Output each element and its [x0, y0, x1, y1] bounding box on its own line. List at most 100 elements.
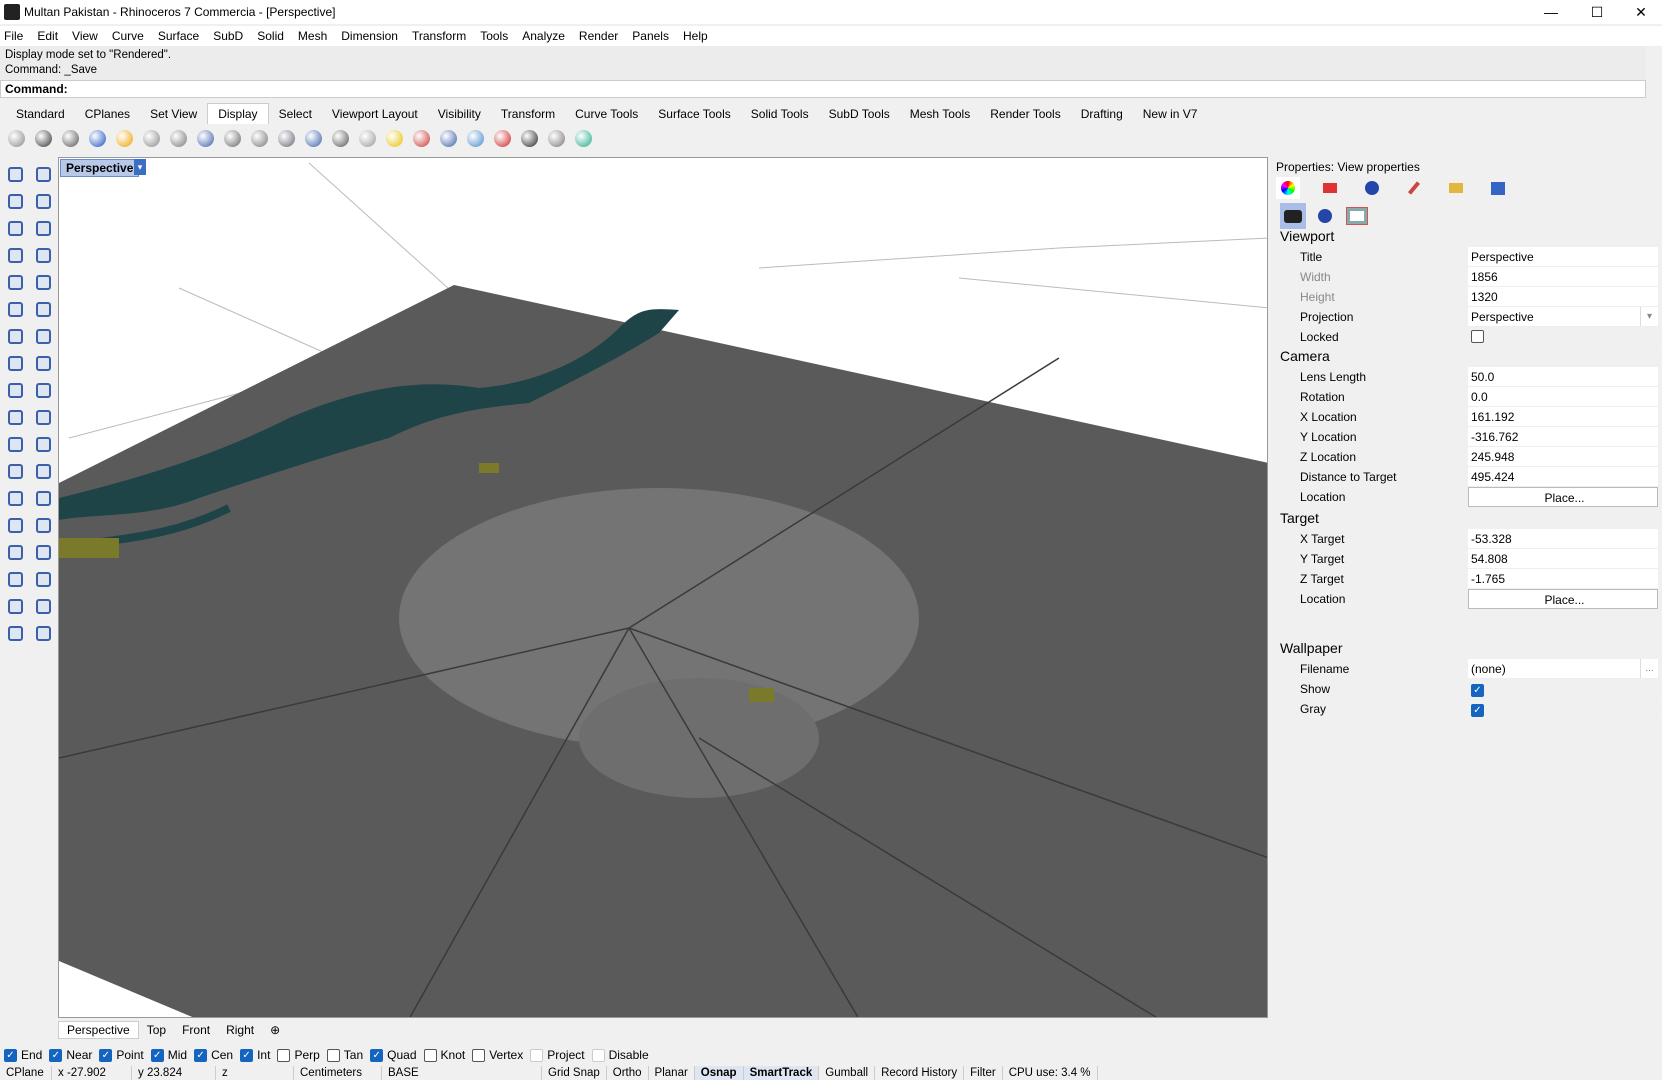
- osnap-perp[interactable]: Perp: [277, 1048, 320, 1062]
- display-tool-icon[interactable]: [274, 126, 298, 150]
- wallpaper-icon[interactable]: [1344, 203, 1370, 229]
- osnap-checkbox[interactable]: ✓: [99, 1048, 113, 1062]
- locked-checkbox[interactable]: [1471, 330, 1484, 343]
- modeling-tool-icon[interactable]: [31, 243, 55, 267]
- tab-subd-tools[interactable]: SubD Tools: [819, 104, 900, 124]
- projection-select[interactable]: Perspective ▾: [1468, 307, 1658, 327]
- cplane-label[interactable]: CPlane: [0, 1066, 52, 1080]
- modeling-tool-icon[interactable]: [31, 459, 55, 483]
- viewport-tab-front[interactable]: Front: [174, 1023, 218, 1037]
- current-layer[interactable]: BASE: [382, 1066, 542, 1080]
- menu-panels[interactable]: Panels: [632, 29, 669, 43]
- layers-icon[interactable]: [1318, 177, 1342, 199]
- camera-place-button[interactable]: Place...: [1468, 487, 1658, 507]
- osnap-toggle[interactable]: Osnap: [694, 1066, 744, 1080]
- title-field[interactable]: Perspective: [1468, 247, 1658, 267]
- menu-edit[interactable]: Edit: [37, 29, 58, 43]
- osnap-knot[interactable]: Knot: [423, 1048, 465, 1062]
- folder-icon[interactable]: [1444, 177, 1468, 199]
- display-tool-icon[interactable]: [436, 126, 460, 150]
- tab-render-tools[interactable]: Render Tools: [980, 104, 1071, 124]
- target-place-button[interactable]: Place...: [1468, 589, 1658, 609]
- z-target-field[interactable]: -1.765: [1468, 569, 1658, 589]
- planar-toggle[interactable]: Planar: [649, 1066, 695, 1080]
- tab-new-in-v7[interactable]: New in V7: [1133, 104, 1208, 124]
- display-tool-icon[interactable]: [571, 126, 595, 150]
- modeling-tool-icon[interactable]: [31, 378, 55, 402]
- osnap-end[interactable]: ✓ End: [4, 1048, 42, 1062]
- close-button[interactable]: ✕: [1618, 0, 1662, 24]
- tab-display[interactable]: Display: [207, 103, 269, 124]
- browse-button[interactable]: ...: [1640, 659, 1658, 678]
- z-location-field[interactable]: 245.948: [1468, 447, 1658, 467]
- menu-solid[interactable]: Solid: [257, 29, 284, 43]
- modeling-tool-icon[interactable]: [31, 189, 55, 213]
- modeling-tool-icon[interactable]: [31, 162, 55, 186]
- viewport-tab-perspective[interactable]: Perspective: [58, 1021, 139, 1039]
- help-icon[interactable]: [1486, 177, 1510, 199]
- osnap-checkbox[interactable]: [423, 1048, 437, 1062]
- modeling-tool-icon[interactable]: [3, 351, 27, 375]
- osnap-checkbox[interactable]: [277, 1048, 291, 1062]
- viewport-menu-dropdown[interactable]: ▾: [134, 159, 146, 175]
- modeling-tool-icon[interactable]: [3, 621, 27, 645]
- y-location-field[interactable]: -316.762: [1468, 427, 1658, 447]
- display-tool-icon[interactable]: [247, 126, 271, 150]
- ortho-toggle[interactable]: Ortho: [607, 1066, 649, 1080]
- tab-visibility[interactable]: Visibility: [428, 104, 491, 124]
- modeling-tool-icon[interactable]: [31, 351, 55, 375]
- modeling-tool-icon[interactable]: [3, 513, 27, 537]
- color-wheel-icon[interactable]: [1276, 177, 1300, 199]
- display-tool-icon[interactable]: [301, 126, 325, 150]
- tab-standard[interactable]: Standard: [6, 104, 75, 124]
- display-tool-icon[interactable]: [463, 126, 487, 150]
- tab-mesh-tools[interactable]: Mesh Tools: [900, 104, 980, 124]
- modeling-tool-icon[interactable]: [31, 540, 55, 564]
- modeling-tool-icon[interactable]: [31, 216, 55, 240]
- viewport-title[interactable]: Perspective: [60, 159, 140, 177]
- distance-field[interactable]: 495.424: [1468, 467, 1658, 487]
- pen-icon[interactable]: [1402, 177, 1426, 199]
- perspective-viewport[interactable]: Perspective ▾: [58, 157, 1268, 1018]
- menu-subd[interactable]: SubD: [213, 29, 243, 43]
- modeling-tool-icon[interactable]: [31, 432, 55, 456]
- modeling-tool-icon[interactable]: [3, 270, 27, 294]
- display-tool-icon[interactable]: [31, 126, 55, 150]
- modeling-tool-icon[interactable]: [31, 324, 55, 348]
- osnap-int[interactable]: ✓ Int: [240, 1048, 270, 1062]
- display-tool-icon[interactable]: [85, 126, 109, 150]
- menu-help[interactable]: Help: [683, 29, 708, 43]
- smarttrack-toggle[interactable]: SmartTrack: [743, 1066, 820, 1080]
- modeling-tool-icon[interactable]: [3, 216, 27, 240]
- menu-mesh[interactable]: Mesh: [298, 29, 327, 43]
- osnap-checkbox[interactable]: [326, 1048, 340, 1062]
- modeling-tool-icon[interactable]: [3, 162, 27, 186]
- osnap-checkbox[interactable]: [472, 1048, 486, 1062]
- modeling-tool-icon[interactable]: [3, 540, 27, 564]
- menu-tools[interactable]: Tools: [480, 29, 508, 43]
- add-viewport-tab-icon[interactable]: ⊕: [262, 1023, 288, 1037]
- tab-transform[interactable]: Transform: [491, 104, 565, 124]
- display-tool-icon[interactable]: [328, 126, 352, 150]
- display-tool-icon[interactable]: [490, 126, 514, 150]
- command-line[interactable]: Command:: [0, 80, 1646, 98]
- modeling-tool-icon[interactable]: [31, 297, 55, 321]
- menu-transform[interactable]: Transform: [412, 29, 466, 43]
- modeling-tool-icon[interactable]: [31, 621, 55, 645]
- menu-render[interactable]: Render: [579, 29, 618, 43]
- display-tool-icon[interactable]: [112, 126, 136, 150]
- modeling-tool-icon[interactable]: [3, 324, 27, 348]
- tab-curve-tools[interactable]: Curve Tools: [565, 104, 648, 124]
- osnap-checkbox[interactable]: ✓: [150, 1048, 164, 1062]
- display-tool-icon[interactable]: [409, 126, 433, 150]
- osnap-quad[interactable]: ✓ Quad: [370, 1048, 417, 1062]
- gray-checkbox[interactable]: ✓: [1471, 704, 1484, 717]
- maximize-button[interactable]: ☐: [1574, 0, 1620, 24]
- tab-set-view[interactable]: Set View: [140, 104, 207, 124]
- modeling-tool-icon[interactable]: [3, 378, 27, 402]
- record-history-toggle[interactable]: Record History: [875, 1066, 965, 1080]
- display-tool-icon[interactable]: [193, 126, 217, 150]
- osnap-checkbox[interactable]: ✓: [49, 1048, 63, 1062]
- render-icon[interactable]: [1360, 177, 1384, 199]
- display-tool-icon[interactable]: [58, 126, 82, 150]
